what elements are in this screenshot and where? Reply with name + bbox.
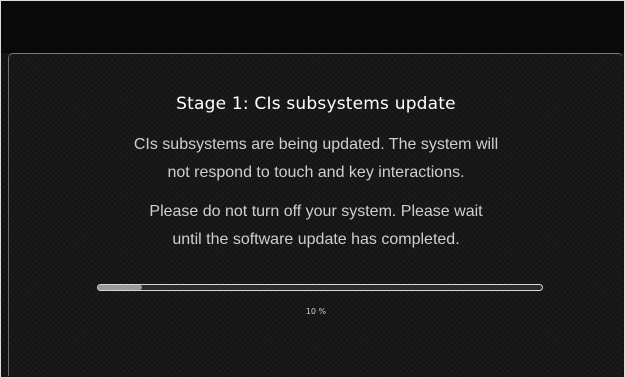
progress-percentage: 10 % [305,307,327,316]
status-line-1: CIs subsystems are being updated. The sy… [133,136,499,153]
update-dialog: Stage 1: CIs subsystems update CIs subsy… [8,53,623,376]
warning-line-1: Please do not turn off your system. Plea… [149,203,483,220]
dialog-title: Stage 1: CIs subsystems update [176,94,456,114]
status-line-2: not respond to touch and key interaction… [167,164,465,181]
status-message: CIs subsystems are being updated. The sy… [9,131,623,187]
update-screen: Stage 1: CIs subsystems update CIs subsy… [0,0,625,378]
progress-fill [98,285,143,290]
progress-bar [97,284,543,291]
warning-message: Please do not turn off your system. Plea… [9,198,623,254]
top-band [1,1,624,53]
warning-line-2: until the software update has completed. [172,231,460,248]
